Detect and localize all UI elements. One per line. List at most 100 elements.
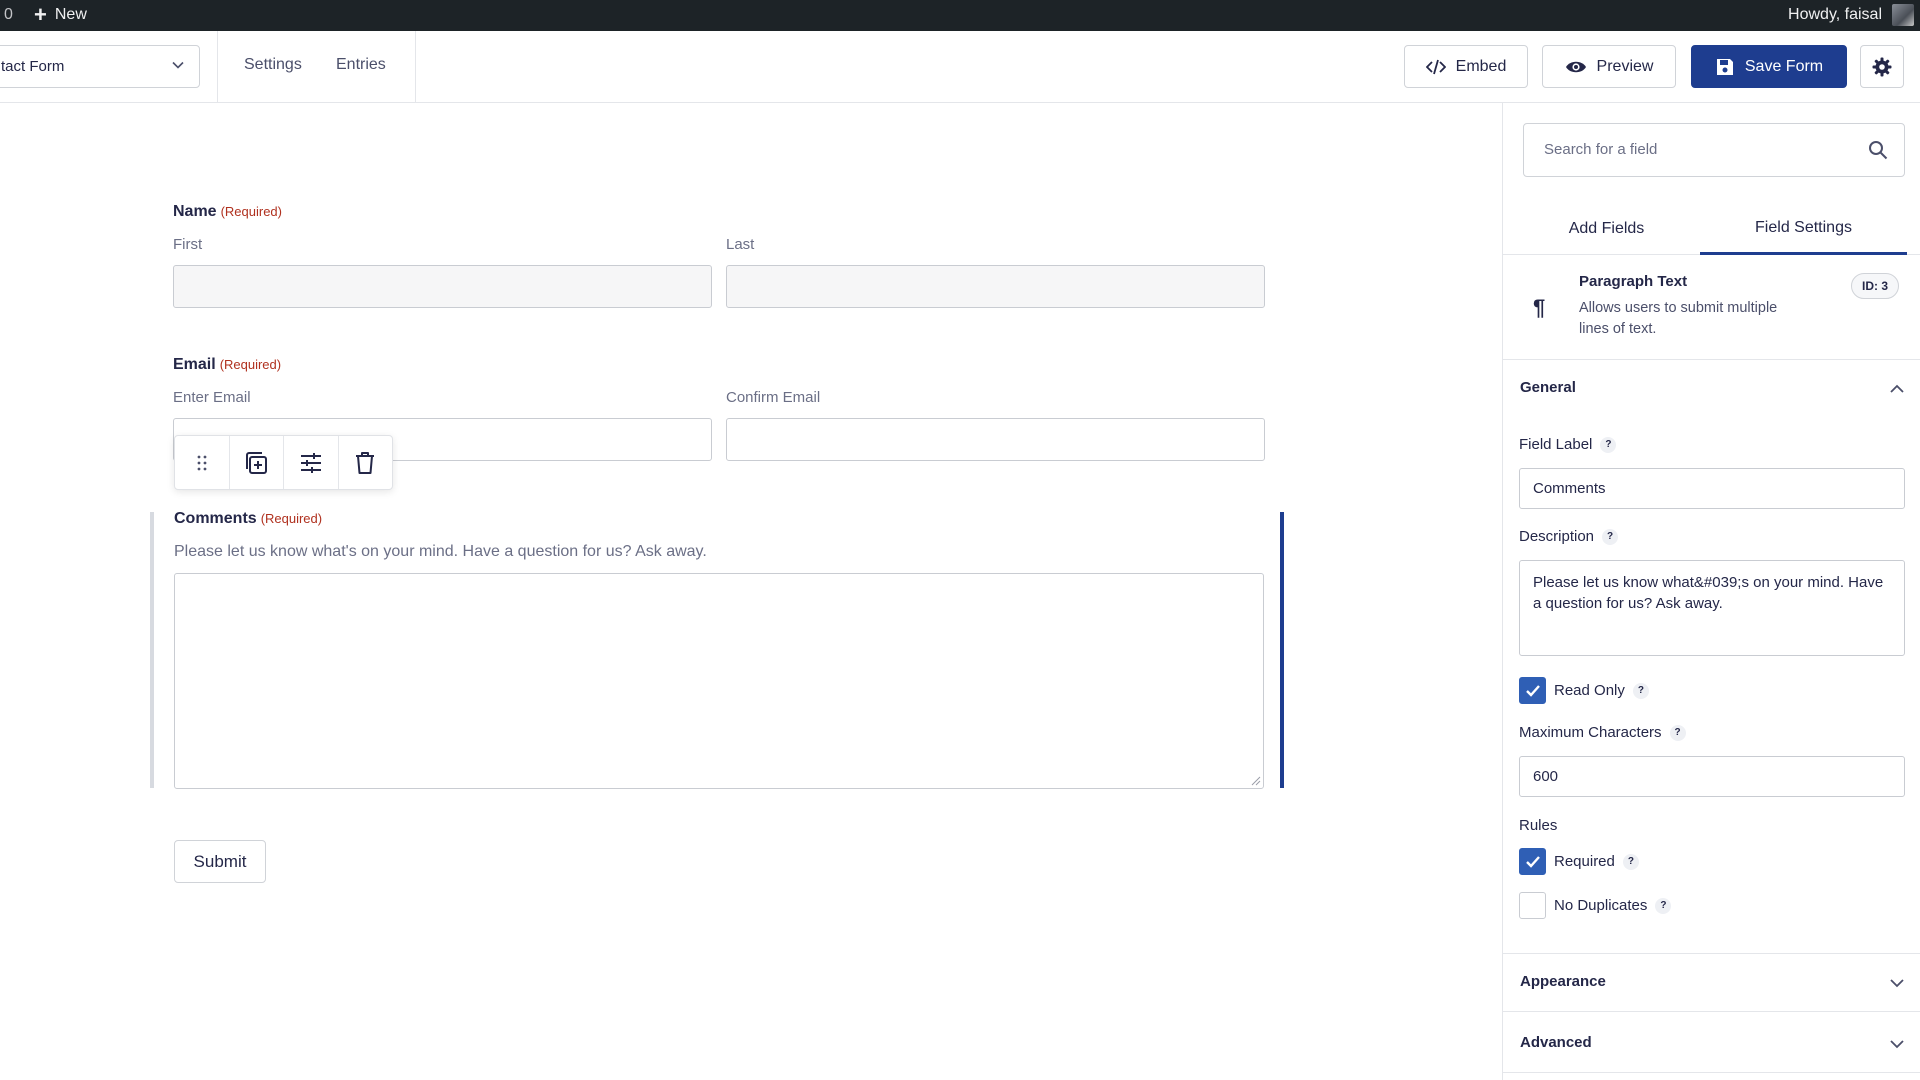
max-characters-title: Maximum Characters ? <box>1519 724 1686 741</box>
form-settings-button[interactable] <box>1860 45 1904 88</box>
duplicate-icon <box>246 451 268 474</box>
duplicate-field-button[interactable] <box>230 436 284 489</box>
entries-link[interactable]: Entries <box>336 56 386 74</box>
general-section-toggle[interactable]: General <box>1503 360 1920 418</box>
confirm-email-label: Confirm Email <box>726 389 821 406</box>
read-only-checkbox[interactable]: Read Only ? <box>1519 677 1649 704</box>
floppy-disk-icon <box>1716 58 1733 75</box>
help-icon[interactable]: ? <box>1602 528 1619 545</box>
preview-button[interactable]: Preview <box>1542 45 1676 88</box>
resize-handle-icon[interactable] <box>1251 776 1261 786</box>
no-duplicates-checkbox[interactable]: No Duplicates ? <box>1519 892 1672 919</box>
new-label: New <box>54 6 87 23</box>
advanced-section-toggle[interactable]: Advanced <box>1503 1015 1920 1073</box>
rules-title: Rules <box>1519 817 1558 834</box>
max-characters-input[interactable]: 600 <box>1519 756 1905 797</box>
field-id-badge: ID: 3 <box>1850 273 1899 299</box>
appearance-section-toggle[interactable]: Appearance <box>1503 954 1920 1012</box>
save-form-label: Save Form <box>1744 57 1824 75</box>
code-icon <box>1425 59 1446 74</box>
email-field-label: Email (Required) <box>173 356 282 373</box>
search-placeholder: Search for a field <box>1544 141 1658 158</box>
gear-icon <box>1872 57 1892 76</box>
admin-bar: 0 + New Howdy, faisal <box>0 0 1920 31</box>
save-form-button[interactable]: Save Form <box>1691 45 1847 88</box>
form-switcher-select[interactable]: tact Form <box>0 45 200 88</box>
sliders-icon <box>300 452 321 473</box>
confirm-email-input[interactable] <box>726 418 1265 461</box>
comments-field-label: Comments (Required) <box>174 510 323 527</box>
new-content-button[interactable]: + New <box>34 2 87 27</box>
chevron-down-icon <box>1890 979 1904 988</box>
field-label-title: Field Label ? <box>1519 436 1617 453</box>
field-search-input[interactable]: Search for a field <box>1523 123 1905 177</box>
description-textarea[interactable]: Please let us know what&#039;s on your m… <box>1519 560 1905 656</box>
chevron-down-icon <box>1890 1040 1904 1049</box>
submit-button[interactable]: Submit <box>174 840 266 883</box>
chevron-down-icon <box>172 61 184 69</box>
selected-field-border-right <box>1280 512 1284 788</box>
avatar[interactable] <box>1892 4 1914 26</box>
no-duplicates-label: No Duplicates <box>1554 897 1648 914</box>
search-icon <box>1869 141 1888 160</box>
last-name-label: Last <box>726 236 755 253</box>
help-icon[interactable]: ? <box>1632 682 1649 699</box>
required-indicator: (Required) <box>220 204 282 219</box>
checkbox-checked[interactable] <box>1519 848 1546 875</box>
required-indicator: (Required) <box>260 511 323 526</box>
embed-label: Embed <box>1455 57 1507 75</box>
checkbox-checked[interactable] <box>1519 677 1546 704</box>
field-type-description: Allows users to submit multiple lines of… <box>1579 300 1778 337</box>
drag-handle-button[interactable] <box>175 436 230 489</box>
appearance-section-title: Appearance <box>1520 973 1606 990</box>
delete-field-button[interactable] <box>339 436 393 489</box>
checkmark-icon <box>1525 855 1540 868</box>
general-section-title: General <box>1520 379 1576 396</box>
sidebar-tabs: Add Fields Field Settings <box>1503 203 1920 255</box>
tab-add-fields[interactable]: Add Fields <box>1503 203 1710 255</box>
plus-icon: + <box>34 2 47 27</box>
read-only-label: Read Only <box>1554 682 1625 699</box>
eye-icon <box>1565 61 1586 72</box>
help-icon[interactable]: ? <box>1669 724 1686 741</box>
settings-link[interactable]: Settings <box>244 56 302 74</box>
comments-textarea[interactable] <box>174 573 1264 789</box>
help-icon[interactable]: ? <box>1655 897 1672 914</box>
selected-field-border-left <box>150 512 154 788</box>
comment-count[interactable]: 0 <box>4 6 13 24</box>
form-name: tact Form <box>1 58 65 75</box>
drag-handle-icon <box>197 455 207 470</box>
help-icon[interactable]: ? <box>1600 436 1617 453</box>
checkmark-icon <box>1525 684 1540 697</box>
paragraph-icon: ¶ <box>1533 295 1546 320</box>
field-sidebar: Search for a field Add Fields Field Sett… <box>1502 103 1920 1080</box>
advanced-section-title: Advanced <box>1520 1034 1592 1051</box>
first-name-label: First <box>173 236 203 253</box>
form-editor-toolbar: tact Form Settings Entries Embed Preview… <box>0 31 1920 103</box>
toolbar-divider <box>217 31 218 103</box>
field-label-input[interactable]: Comments <box>1519 468 1905 509</box>
howdy-user[interactable]: Howdy, faisal <box>1788 6 1882 24</box>
last-name-input[interactable] <box>726 265 1265 308</box>
first-name-input[interactable] <box>173 265 712 308</box>
help-icon[interactable]: ? <box>1622 853 1639 870</box>
general-section-body-cap <box>1503 417 1920 419</box>
description-title: Description ? <box>1519 528 1619 545</box>
required-indicator: (Required) <box>219 357 282 372</box>
field-type-name: Paragraph Text <box>1579 273 1688 290</box>
enter-email-label: Enter Email <box>173 389 251 406</box>
name-field-label: Name (Required) <box>173 203 282 220</box>
trash-icon <box>356 451 375 474</box>
field-action-toolbar <box>174 435 393 490</box>
checkbox-unchecked[interactable] <box>1519 892 1546 919</box>
required-label: Required <box>1554 853 1615 870</box>
field-type-info: ¶ Paragraph Text Allows users to submit … <box>1503 255 1920 360</box>
comments-description: Please let us know what's on your mind. … <box>174 543 707 560</box>
required-checkbox[interactable]: Required ? <box>1519 848 1639 875</box>
embed-button[interactable]: Embed <box>1404 45 1528 88</box>
chevron-up-icon <box>1890 384 1904 393</box>
toolbar-divider <box>415 31 416 103</box>
tab-field-settings[interactable]: Field Settings <box>1700 203 1907 255</box>
field-settings-button[interactable] <box>284 436 339 489</box>
preview-label: Preview <box>1596 57 1654 75</box>
